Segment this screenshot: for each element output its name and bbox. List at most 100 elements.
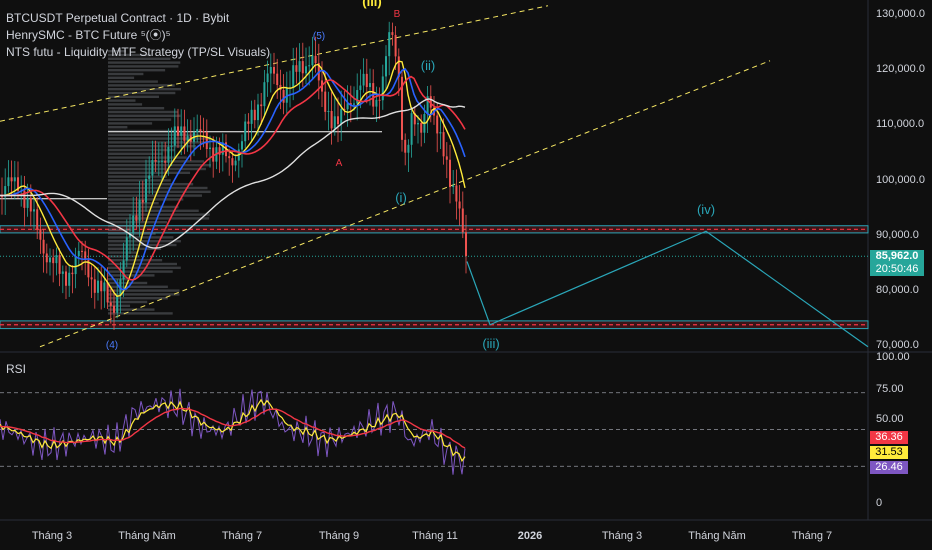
candle-body <box>404 139 407 153</box>
candle-body <box>452 185 455 188</box>
candle-body <box>356 90 359 104</box>
volume-profile-bar <box>108 114 181 117</box>
rsi-ma-badge: 31.53 <box>870 446 908 459</box>
candle-body <box>90 277 93 280</box>
candle-body <box>381 76 384 101</box>
candle-body <box>327 110 330 112</box>
volume-profile-bar <box>108 270 173 273</box>
candle-body <box>196 129 199 133</box>
candle-body <box>161 160 163 162</box>
candle-body <box>263 82 266 107</box>
candle-body <box>388 32 391 57</box>
candle-body <box>180 126 183 136</box>
candle-body <box>391 32 394 35</box>
candle-body <box>113 305 115 313</box>
candle-body <box>436 115 439 134</box>
candle-body <box>164 160 167 163</box>
volume-profile-bar <box>108 175 167 178</box>
candle-body <box>77 250 80 257</box>
candle-body <box>266 73 269 83</box>
indicator-henrysmc[interactable]: HenrySMC - BTC Future ⁵(⦿)⁵ <box>6 27 270 44</box>
candle-body <box>173 126 176 146</box>
time-tick: Tháng 11 <box>412 530 458 542</box>
price-tick: 70,000.0 <box>876 339 919 351</box>
time-tick: Tháng 7 <box>791 530 833 542</box>
volume-profile-bar <box>108 80 158 83</box>
candle-body <box>439 132 442 134</box>
candle-body <box>49 257 51 263</box>
rsi-pane-title[interactable]: RSI <box>6 362 26 376</box>
candle-body <box>10 177 13 182</box>
symbol-title[interactable]: BTCUSDT Perpetual Contract · 1D · Bybit <box>6 10 270 27</box>
volume-profile-bar <box>108 274 155 277</box>
candle-body <box>167 146 170 163</box>
candle-body <box>231 158 234 166</box>
candle-body <box>33 209 35 212</box>
volume-profile-bar <box>108 99 136 102</box>
candle-body <box>311 55 314 66</box>
candle-body <box>109 302 112 306</box>
candle-body <box>305 66 307 74</box>
volume-profile-bar <box>108 126 128 129</box>
candle-body <box>407 144 410 153</box>
volume-profile-bar <box>108 110 178 114</box>
candle-body <box>417 123 419 125</box>
volume-profile-bar <box>108 91 176 95</box>
candle-body <box>340 109 343 125</box>
time-tick: Tháng 3 <box>31 530 73 542</box>
candle-body <box>100 280 103 292</box>
candle-body <box>39 228 42 240</box>
rsi-tick: 100.00 <box>876 351 910 363</box>
volume-profile-bar <box>108 69 166 72</box>
candle-body <box>330 110 333 129</box>
volume-profile-bar <box>108 65 179 68</box>
candle-body <box>36 209 39 229</box>
current-price-badge: 85,962.0 <box>870 250 924 263</box>
volume-profile-bar <box>108 88 181 91</box>
candle-body <box>442 132 445 157</box>
candle-body <box>116 296 119 313</box>
candle-body <box>145 178 147 203</box>
rsi-value-badge: 36.36 <box>870 431 908 444</box>
rsi-tick: 75.00 <box>876 383 904 395</box>
volume-profile-bar <box>108 209 199 212</box>
candle-body <box>93 279 96 293</box>
candle-body <box>420 123 423 133</box>
candle-body <box>455 185 458 202</box>
candle-body <box>135 215 138 221</box>
indicator-nts-liquidity[interactable]: NTS futu - Liquidity MTF Strategy (TP/SL… <box>6 44 270 61</box>
candle-body <box>269 67 272 74</box>
candle-body <box>42 239 45 254</box>
candle-body <box>375 99 378 107</box>
rsi-tick: 0 <box>876 497 883 509</box>
candle-body <box>205 132 208 150</box>
candle-body <box>314 55 317 64</box>
candle-body <box>157 161 160 163</box>
rsi-tick: 50.00 <box>876 413 904 425</box>
candle-body <box>298 61 301 72</box>
volume-profile-bar <box>108 61 181 64</box>
candle-body <box>71 272 74 275</box>
candle-body <box>122 260 125 280</box>
candle-body <box>132 215 135 233</box>
candle-body <box>362 73 365 86</box>
volume-profile-bar <box>108 228 132 231</box>
candle-body <box>292 65 295 88</box>
volume-profile-bar <box>108 251 139 254</box>
candle-body <box>81 250 83 252</box>
candle-body <box>365 73 368 88</box>
time-tick: Tháng 7 <box>221 530 263 542</box>
candle-body <box>257 104 259 121</box>
candle-body <box>410 113 413 145</box>
candle-body <box>177 126 179 136</box>
candle-body <box>7 177 10 187</box>
rsi-line-badge: 26.46 <box>870 461 908 474</box>
price-tick: 120,000.0 <box>876 63 925 75</box>
wave-label-iii-bottom: (iii) <box>482 336 500 351</box>
candle-body <box>378 99 381 101</box>
candle-body <box>45 253 48 263</box>
candle-body <box>68 272 71 286</box>
wave-label-i: (i) <box>395 190 407 205</box>
price-chart-canvas[interactable] <box>0 0 932 550</box>
candle-body <box>353 103 355 105</box>
